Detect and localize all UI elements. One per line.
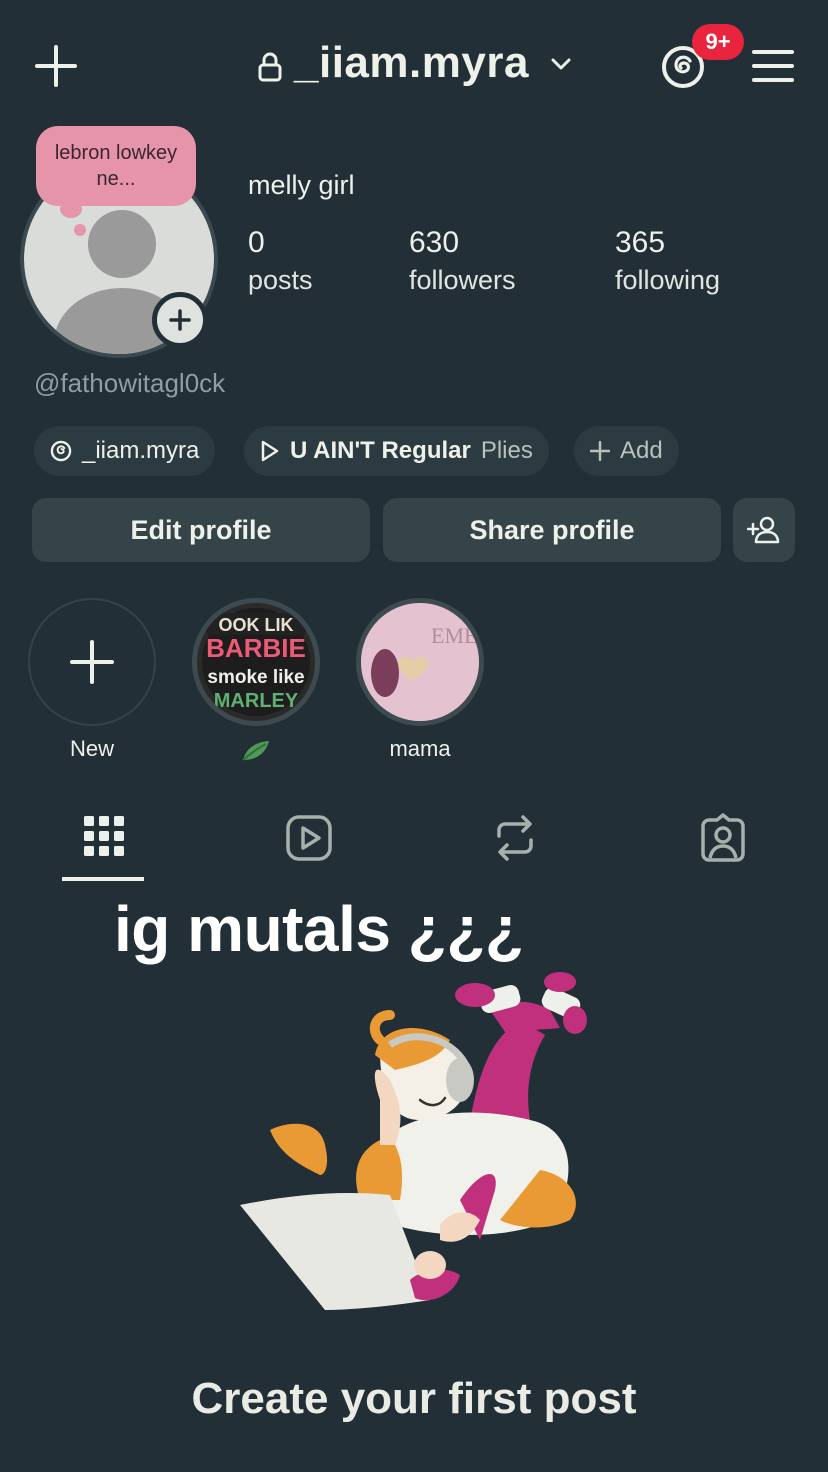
- lock-icon: [258, 52, 282, 82]
- highlight-mama-cover: EME: [361, 603, 479, 721]
- highlight-label: New: [69, 736, 114, 761]
- new-highlight-button[interactable]: [28, 598, 156, 726]
- top-bar: _iiam.myra 9+: [0, 0, 828, 130]
- posts-label: posts: [248, 265, 313, 295]
- note-bubble-tail: [74, 224, 86, 236]
- highlight-barbie-cover: OOK LIK BARBIE smoke like MARLEY: [202, 608, 310, 716]
- profile-full-name: melly girl: [248, 170, 355, 200]
- following-label[interactable]: following: [615, 265, 720, 296]
- add-chip-label: Add: [620, 437, 663, 464]
- followers-label[interactable]: followers: [409, 265, 516, 296]
- add-story-button[interactable]: [152, 292, 208, 348]
- avatar-head-shape: [88, 210, 156, 278]
- grid-icon[interactable]: [78, 812, 130, 864]
- discover-people-button[interactable]: [733, 498, 795, 562]
- chevron-down-icon[interactable]: [550, 56, 572, 72]
- svg-text:MARLEY: MARLEY: [214, 690, 299, 712]
- play-icon: [261, 440, 279, 462]
- active-tab-indicator: [62, 877, 144, 881]
- highlight-barbie[interactable]: OOK LIK BARBIE smoke like MARLEY: [192, 598, 320, 726]
- profile-note[interactable]: lebron lowkey ne...: [36, 126, 196, 206]
- highlight-mama[interactable]: EME: [356, 598, 484, 726]
- tagged-icon[interactable]: [697, 812, 749, 864]
- create-first-post-title[interactable]: Create your first post: [0, 1374, 828, 1424]
- edit-profile-button[interactable]: Edit profile: [32, 498, 370, 562]
- notification-badge: 9+: [692, 24, 744, 60]
- music-title: U AIN'T Regular: [290, 437, 471, 464]
- threads-icon: [50, 440, 72, 462]
- create-plus-icon[interactable]: [34, 44, 78, 88]
- following-count[interactable]: 365: [615, 226, 665, 260]
- music-chip[interactable]: U AIN'T Regular Plies: [244, 426, 549, 476]
- followers-count[interactable]: 630: [409, 226, 459, 260]
- reels-icon[interactable]: [283, 812, 335, 864]
- plus-icon: [590, 441, 610, 461]
- posts-count: 0: [248, 226, 265, 259]
- svg-text:EME: EME: [431, 623, 477, 648]
- add-person-icon: [747, 516, 780, 544]
- menu-icon[interactable]: [752, 48, 794, 84]
- svg-text:smoke like: smoke like: [207, 667, 304, 688]
- story-overlay-text: ig mutals ¿¿¿: [114, 893, 524, 965]
- highlight-label: mama: [389, 736, 451, 761]
- svg-text:OOK LIK: OOK LIK: [219, 615, 294, 635]
- leaf-emoji-icon: [240, 738, 272, 764]
- svg-text:BARBIE: BARBIE: [206, 633, 306, 663]
- profile-handle: @fathowitagl0ck: [34, 368, 226, 398]
- share-profile-button[interactable]: Share profile: [383, 498, 721, 562]
- threads-chip[interactable]: _iiam.myra: [34, 426, 216, 476]
- music-artist: Plies: [480, 437, 533, 464]
- empty-state-illustration: [240, 972, 587, 1310]
- add-link-chip[interactable]: Add: [574, 426, 679, 476]
- plus-icon: [70, 640, 114, 684]
- reposts-icon[interactable]: [489, 812, 541, 864]
- plus-icon: [169, 309, 191, 331]
- account-switcher-username[interactable]: _iiam.myra: [294, 38, 529, 88]
- threads-chip-label: _iiam.myra: [82, 437, 200, 464]
